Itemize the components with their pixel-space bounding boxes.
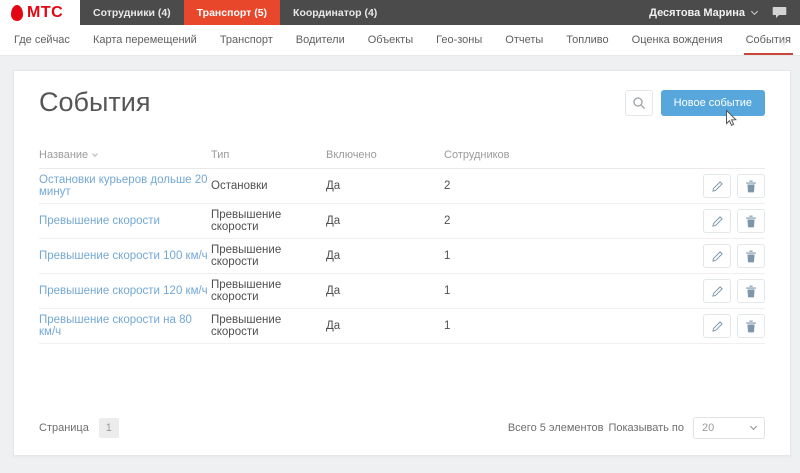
table-row: Превышение скорости на 80 км/ч Превышени… <box>39 309 765 344</box>
pencil-icon <box>711 285 724 298</box>
table-header-row: Название Тип Включено Сотрудников <box>39 141 765 169</box>
chevron-down-icon <box>750 423 757 430</box>
user-name: Десятова Марина <box>649 7 745 19</box>
sort-chevron-icon <box>92 151 98 157</box>
nav-item-driving-score[interactable]: Оценка вождения <box>632 25 723 55</box>
event-employees-count: 1 <box>444 250 665 262</box>
edit-button[interactable] <box>703 244 731 268</box>
table-row: Превышение скорости 120 км/ч Превышение … <box>39 274 765 309</box>
edit-button[interactable] <box>703 314 731 338</box>
page-title: События <box>39 87 150 118</box>
event-enabled: Да <box>326 180 444 192</box>
role-tabs: Сотрудники (4) Транспорт (5) Координатор… <box>80 0 390 25</box>
pencil-icon <box>711 180 724 193</box>
column-header-type: Тип <box>211 149 326 161</box>
nav-item-movement-map[interactable]: Карта перемещений <box>93 25 197 55</box>
pin-icon[interactable] <box>778 36 788 54</box>
event-type: Остановки <box>211 180 326 192</box>
mts-egg-icon <box>11 5 23 21</box>
event-type: Превышение скорости <box>211 209 326 233</box>
header-actions: Новое событие <box>625 90 765 116</box>
topbar-dark-strip: Сотрудники (4) Транспорт (5) Координатор… <box>80 0 800 25</box>
tab-employees[interactable]: Сотрудники (4) <box>80 0 184 25</box>
edit-button[interactable] <box>703 174 731 198</box>
pencil-icon <box>711 250 724 263</box>
pencil-icon <box>711 215 724 228</box>
event-employees-count: 2 <box>444 215 665 227</box>
trash-icon <box>745 320 757 333</box>
column-header-name[interactable]: Название <box>39 149 211 161</box>
event-name-link[interactable]: Превышение скорости 100 км/ч <box>39 250 208 262</box>
nav-item-geozones[interactable]: Гео-зоны <box>436 25 482 55</box>
column-header-enabled: Включено <box>326 149 444 161</box>
chevron-down-icon <box>751 7 758 14</box>
search-icon <box>632 96 646 110</box>
event-enabled: Да <box>326 285 444 297</box>
nav-item-transport[interactable]: Транспорт <box>220 25 273 55</box>
event-type: Превышение скорости <box>211 279 326 303</box>
mts-logo[interactable]: МТС <box>0 0 80 25</box>
nav-item-objects[interactable]: Объекты <box>368 25 413 55</box>
event-employees-count: 1 <box>444 320 665 332</box>
event-enabled: Да <box>326 250 444 262</box>
event-enabled: Да <box>326 215 444 227</box>
column-header-employees: Сотрудников <box>444 149 665 161</box>
page-label: Страница <box>39 422 89 434</box>
nav-item-reports[interactable]: Отчеты <box>505 25 543 55</box>
page-number-button[interactable]: 1 <box>99 418 119 438</box>
total-items-label: Всего 5 элементов <box>508 422 604 434</box>
per-page-label: Показывать по <box>608 422 684 434</box>
trash-icon <box>745 215 757 228</box>
chat-icon[interactable] <box>772 6 787 19</box>
delete-button[interactable] <box>737 209 765 233</box>
event-type: Превышение скорости <box>211 244 326 268</box>
tab-coordinator[interactable]: Координатор (4) <box>280 0 390 25</box>
trash-icon <box>745 285 757 298</box>
events-card: События Новое событие Название Тип Включ… <box>13 70 791 456</box>
user-menu[interactable]: Десятова Марина <box>649 7 757 19</box>
new-event-button[interactable]: Новое событие <box>661 90 765 116</box>
delete-button[interactable] <box>737 174 765 198</box>
edit-button[interactable] <box>703 209 731 233</box>
topbar: МТС Сотрудники (4) Транспорт (5) Координ… <box>0 0 800 25</box>
tab-transport[interactable]: Транспорт (5) <box>184 0 280 25</box>
nav-item-where-now[interactable]: Где сейчас <box>14 25 70 55</box>
event-name-link[interactable]: Остановки курьеров дольше 20 минут <box>39 174 211 198</box>
per-page-value: 20 <box>702 422 714 434</box>
table-row: Превышение скорости Превышение скорости … <box>39 204 765 239</box>
event-name-link[interactable]: Превышение скорости 120 км/ч <box>39 285 208 297</box>
table-row: Остановки курьеров дольше 20 минут Остан… <box>39 169 765 204</box>
trash-icon <box>745 180 757 193</box>
delete-button[interactable] <box>737 279 765 303</box>
mts-logo-text: МТС <box>27 4 63 22</box>
per-page-select[interactable]: 20 <box>693 417 765 439</box>
event-employees-count: 2 <box>444 180 665 192</box>
delete-button[interactable] <box>737 244 765 268</box>
table-row: Превышение скорости 100 км/ч Превышение … <box>39 239 765 274</box>
events-table: Название Тип Включено Сотрудников Остано… <box>39 141 765 344</box>
trash-icon <box>745 250 757 263</box>
edit-button[interactable] <box>703 279 731 303</box>
event-enabled: Да <box>326 320 444 332</box>
pagination-left: Страница 1 <box>39 418 119 438</box>
event-type: Превышение скорости <box>211 314 326 338</box>
event-employees-count: 1 <box>444 285 665 297</box>
delete-button[interactable] <box>737 314 765 338</box>
main-nav: Где сейчас Карта перемещений Транспорт В… <box>0 25 800 56</box>
nav-item-fuel[interactable]: Топливо <box>566 25 608 55</box>
event-name-link[interactable]: Превышение скорости на 80 км/ч <box>39 314 211 338</box>
nav-item-drivers[interactable]: Водители <box>296 25 345 55</box>
pagination-right: Всего 5 элементов Показывать по 20 <box>508 417 765 439</box>
event-name-link[interactable]: Превышение скорости <box>39 215 160 227</box>
search-button[interactable] <box>625 90 653 116</box>
card-header: События Новое событие <box>39 71 765 118</box>
pagination: Страница 1 Всего 5 элементов Показывать … <box>39 417 765 439</box>
pencil-icon <box>711 320 724 333</box>
topbar-right: Десятова Марина <box>649 0 800 25</box>
